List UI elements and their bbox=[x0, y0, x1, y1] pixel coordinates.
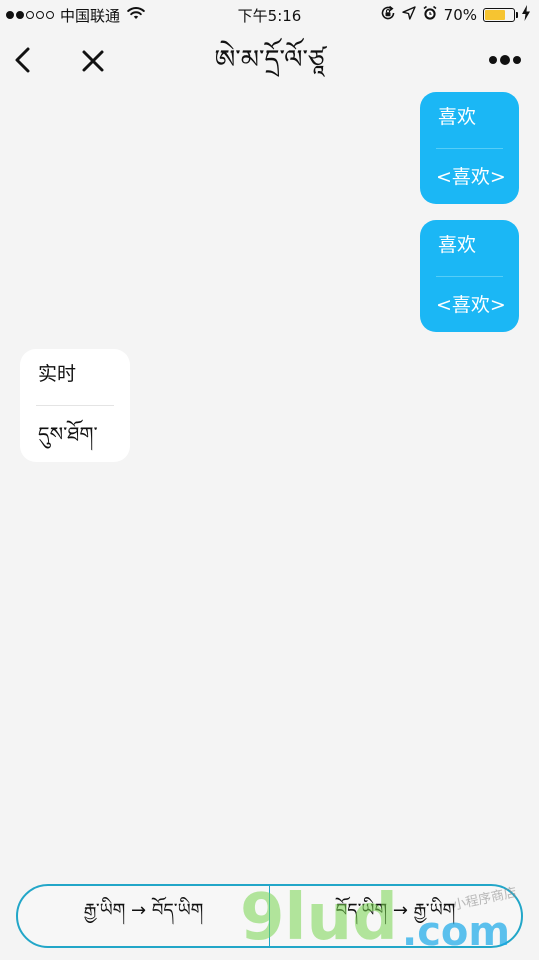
message-text: 实时 bbox=[38, 363, 77, 385]
message-text: 喜欢 bbox=[438, 234, 477, 256]
alarm-clock-icon bbox=[422, 5, 438, 25]
charging-icon bbox=[521, 5, 531, 25]
message-text: 喜欢 bbox=[438, 106, 477, 128]
message-translation: <喜欢> bbox=[436, 166, 506, 188]
battery-icon bbox=[483, 8, 518, 22]
status-bar: 中国联通 下午5:16 70% bbox=[0, 0, 539, 30]
outgoing-message-bubble[interactable]: 喜欢 <喜欢> bbox=[420, 220, 519, 332]
page-title: ཨེ་མ་དྲོ་ལོ་ཙཱ bbox=[214, 45, 325, 75]
location-arrow-icon bbox=[401, 6, 416, 24]
status-right: 70% bbox=[380, 0, 531, 30]
battery-fill bbox=[485, 10, 505, 20]
status-time: 下午5:16 bbox=[237, 6, 302, 25]
chinese-to-tibetan-button[interactable]: རྒྱ་ཡིག → བོད་ཡིག bbox=[18, 886, 269, 946]
navigation-bar: ཨེ་མ་དྲོ་ལོ་ཙཱ bbox=[0, 30, 539, 90]
tibetan-to-chinese-button[interactable]: བོད་ཡིག → རྒྱ་ཡིག bbox=[270, 886, 521, 946]
message-translation: <喜欢> bbox=[436, 294, 506, 316]
incoming-message-bubble[interactable]: 实时 དུས་ཐོག་ bbox=[20, 349, 130, 462]
battery-percent: 70% bbox=[443, 6, 477, 24]
message-translation: དུས་ཐོག་ bbox=[38, 422, 98, 446]
more-dots-icon bbox=[489, 55, 521, 65]
translation-direction-switch: རྒྱ་ཡིག → བོད་ཡིག བོད་ཡིག → རྒྱ་ཡིག bbox=[16, 884, 523, 948]
outgoing-message-bubble[interactable]: 喜欢 <喜欢> bbox=[420, 92, 519, 204]
more-options-button[interactable] bbox=[485, 50, 525, 70]
rotation-lock-icon bbox=[380, 5, 396, 25]
